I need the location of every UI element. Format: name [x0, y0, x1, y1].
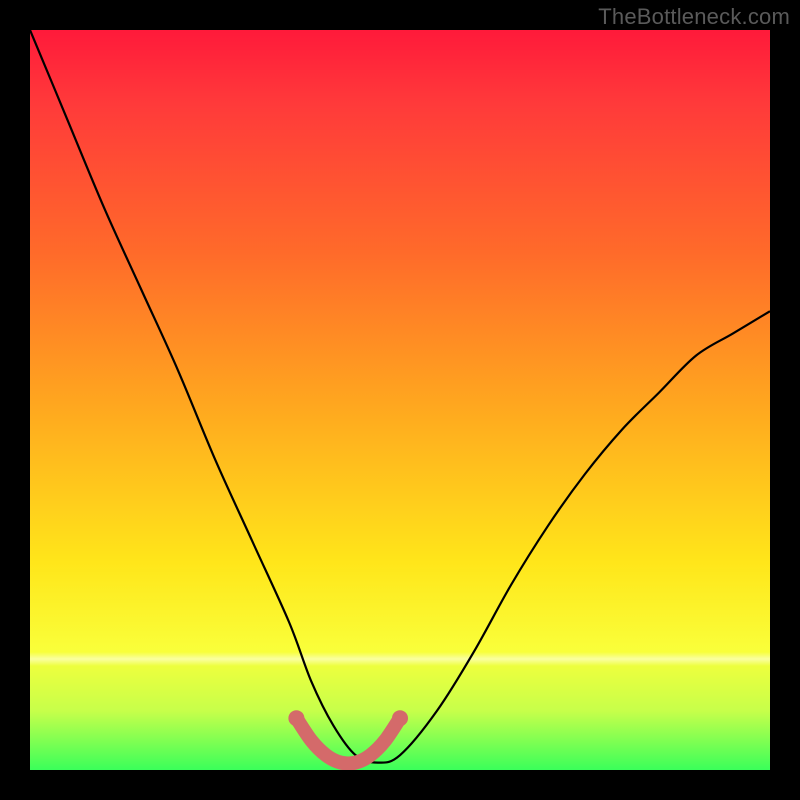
highlight-arc — [296, 718, 400, 763]
watermark-text: TheBottleneck.com — [598, 4, 790, 30]
highlight-dot-right — [392, 710, 408, 726]
curve-overlay — [30, 30, 770, 770]
highlight-dot-left — [288, 710, 304, 726]
chart-frame: TheBottleneck.com — [0, 0, 800, 800]
plot-area — [30, 30, 770, 770]
bottleneck-curve — [30, 30, 770, 763]
